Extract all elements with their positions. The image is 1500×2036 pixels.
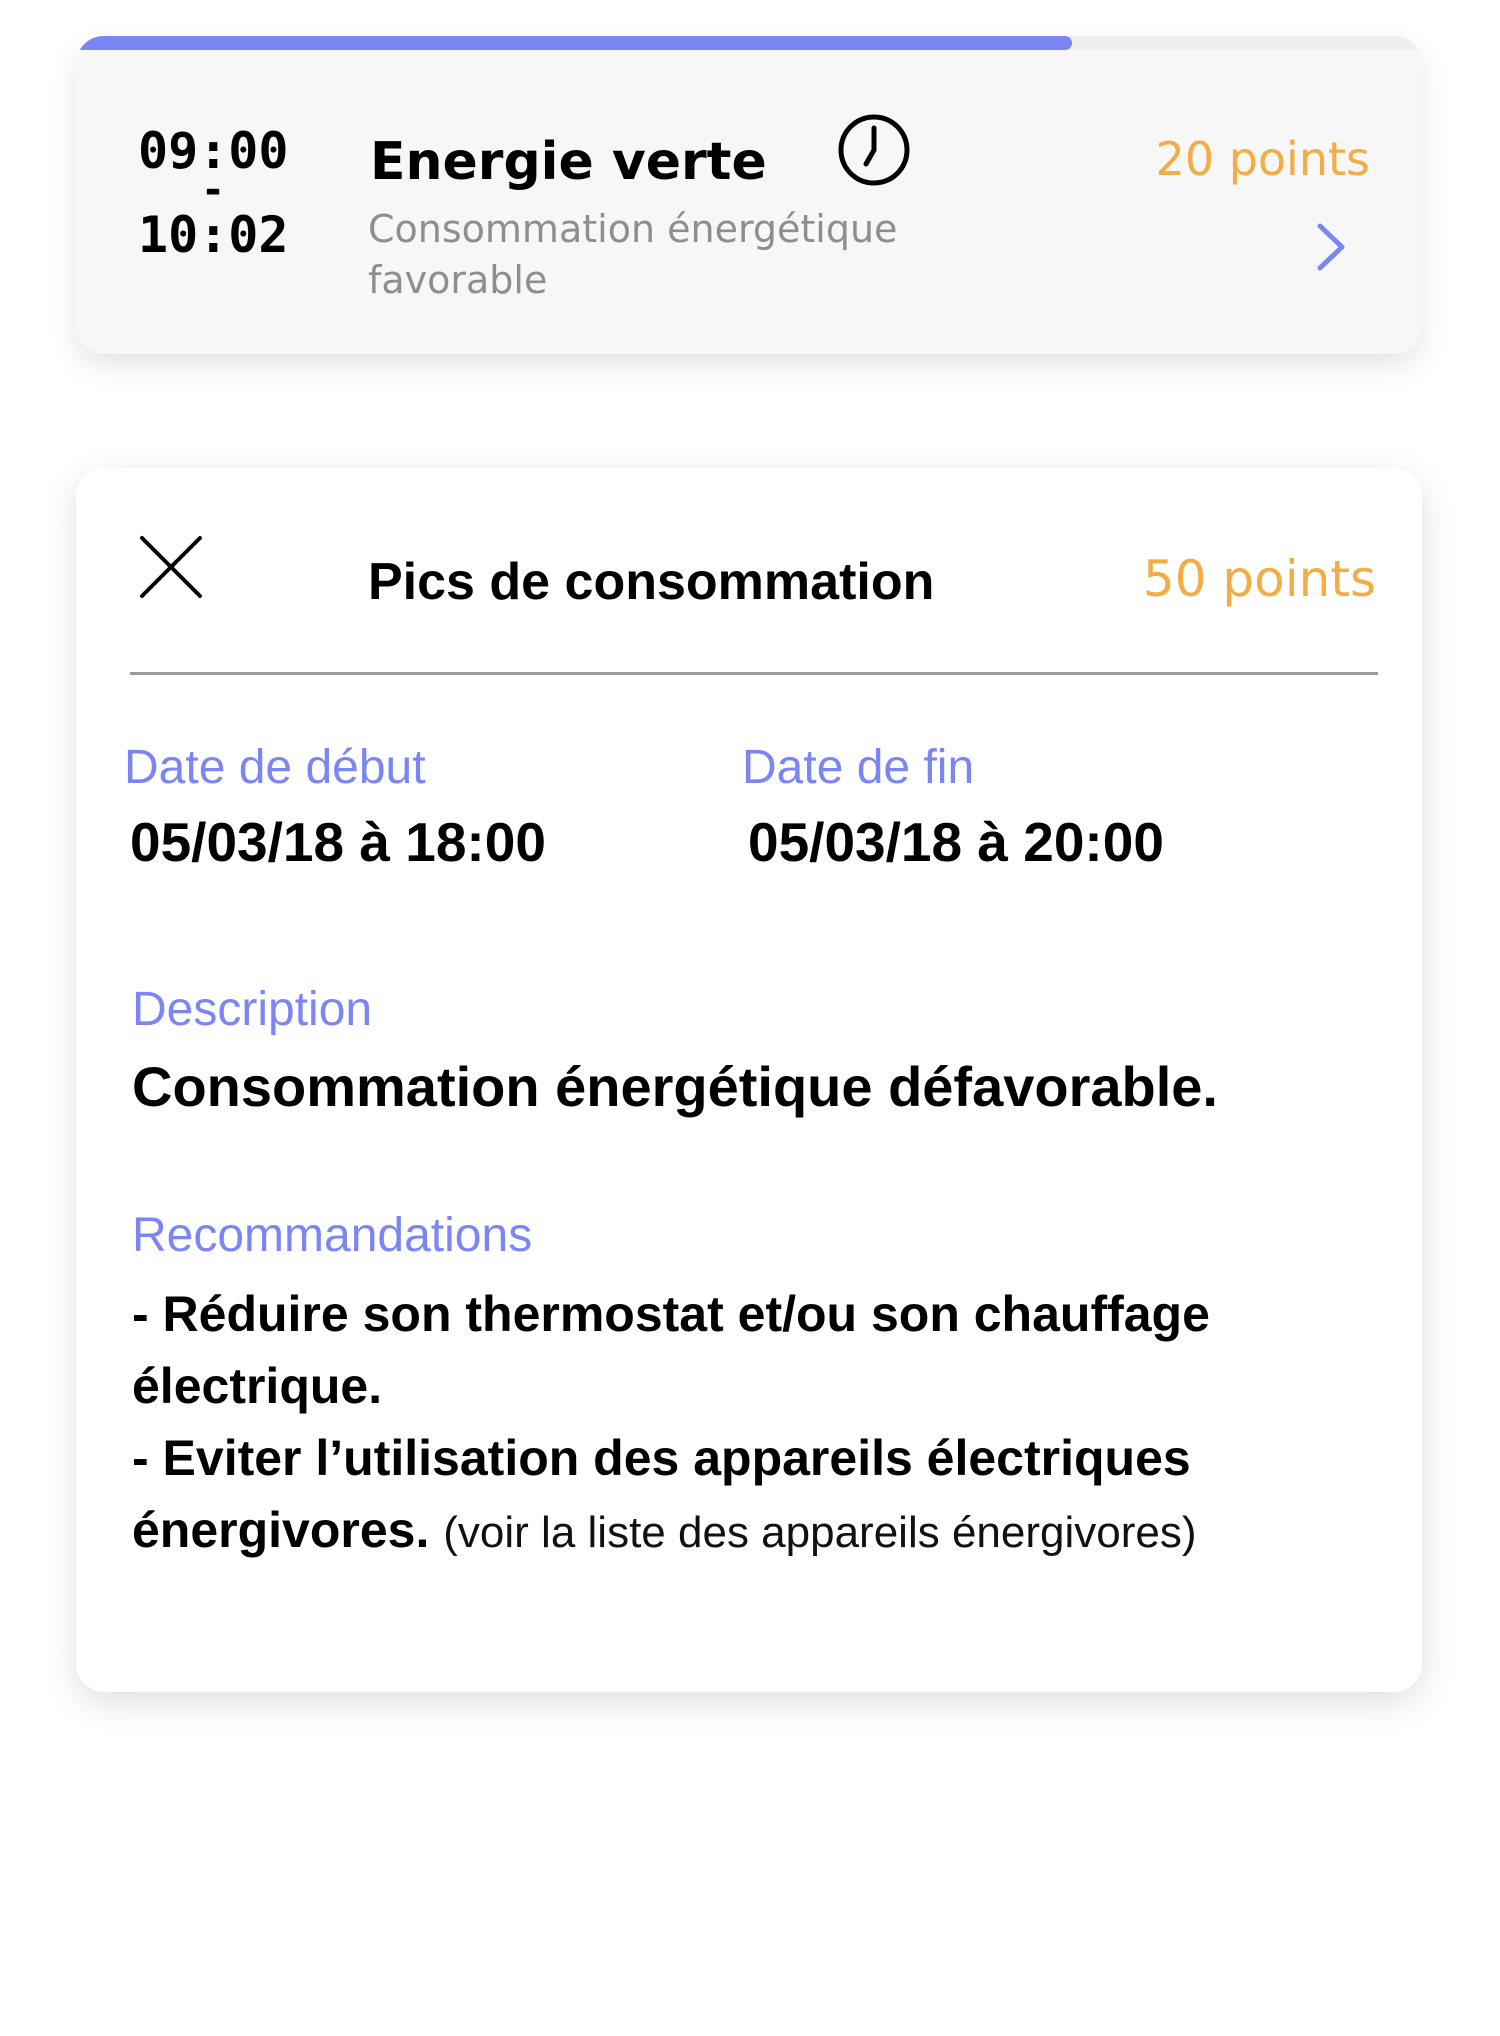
header-divider — [130, 672, 1378, 675]
end-date-value: 05/03/18 à 20:00 — [748, 811, 1164, 873]
recommendations-label: Recommandations — [132, 1209, 533, 1262]
end-date-label: Date de fin — [742, 741, 975, 794]
slot-time-separator: - — [200, 167, 226, 213]
recommendation-line: énergivores. — [132, 1502, 430, 1558]
slot-end-time: 10:02 — [138, 206, 289, 264]
detail-title: Pics de consommation — [368, 553, 935, 611]
close-icon[interactable] — [138, 534, 204, 600]
recommendation-line: - Réduire son thermostat et/ou son chauf… — [132, 1286, 1210, 1342]
recommendation-line: électrique. — [132, 1358, 383, 1414]
slot-points: 20 points — [1155, 132, 1370, 186]
chevron-right-icon[interactable] — [1312, 220, 1352, 274]
detail-card: Pics de consommation 50 points Date de d… — [76, 468, 1422, 1692]
description-value: Consommation énergétique défavorable. — [132, 1055, 1218, 1118]
recommendation-line-last: énergivores. (voir la liste des appareil… — [132, 1494, 1362, 1569]
slot-description: Consommation énergétique favorable — [368, 207, 898, 302]
slot-time-range: 09:00 - 10:02 — [138, 124, 289, 264]
slot-progress-fill — [76, 36, 1073, 50]
clock-icon — [838, 114, 910, 186]
slot-card[interactable]: 09:00 - 10:02 Energie verte Consommation… — [76, 36, 1422, 354]
slot-title: Energie verte — [370, 132, 767, 192]
slot-progress-track — [76, 36, 1422, 50]
description-label: Description — [132, 983, 373, 1036]
recommendation-line: - Eviter l’utilisation des appareils éle… — [132, 1430, 1191, 1486]
appliance-list-link[interactable]: (voir la liste des appareils énergivores… — [443, 1508, 1196, 1557]
recommendations-list: - Réduire son thermostat et/ou son chauf… — [132, 1278, 1362, 1569]
start-date-label: Date de début — [124, 741, 426, 794]
start-date-value: 05/03/18 à 18:00 — [130, 811, 546, 873]
detail-points: 50 points — [1142, 550, 1376, 608]
